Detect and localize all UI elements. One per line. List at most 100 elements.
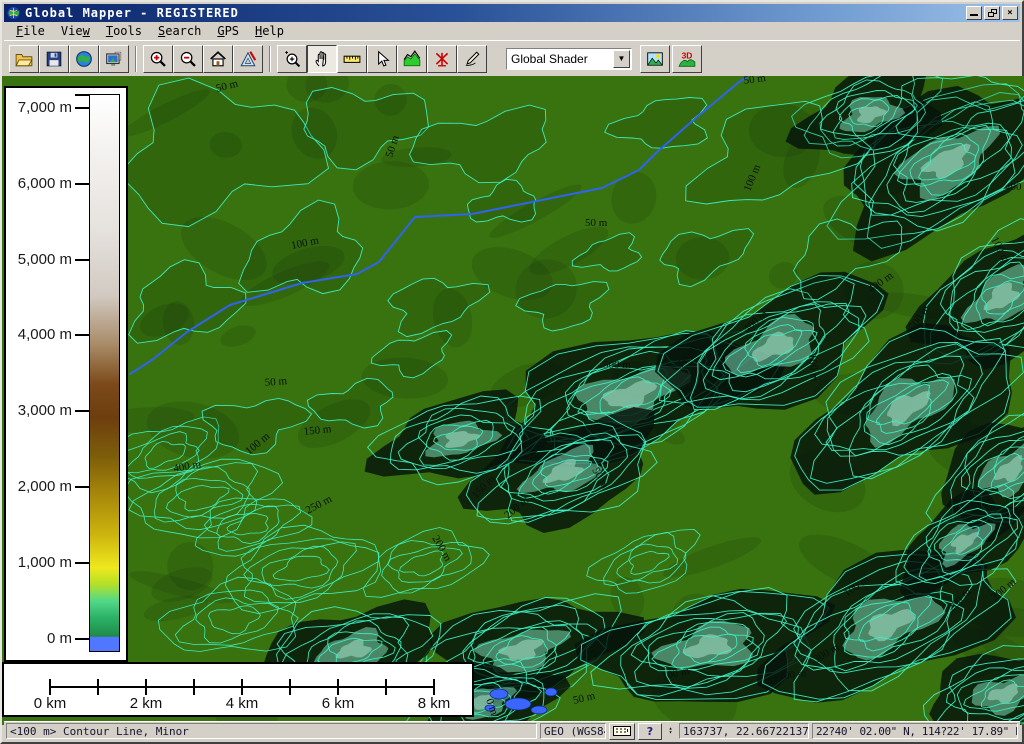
toolbar-group-1 (6, 45, 132, 73)
elevation-gradient-bar (89, 94, 120, 652)
scale-label: 4 km (212, 695, 272, 712)
menu-item-tools[interactable]: Tools (98, 23, 150, 39)
zoom-in-button[interactable] (143, 45, 173, 73)
measure-tool-button[interactable] (337, 45, 367, 73)
scale-label: 2 km (116, 695, 176, 712)
zoom-out-button[interactable] (173, 45, 203, 73)
coordinate-format-spinner[interactable]: ▴ ▾ (665, 727, 676, 735)
set-square-icon (239, 50, 257, 68)
elevation-label: 2,000 m (10, 478, 72, 495)
scale-tick (97, 679, 99, 695)
window-title: Global Mapper - REGISTERED (25, 6, 239, 20)
toolbar-group-2 (140, 45, 266, 73)
antenna-icon (433, 50, 451, 68)
elevation-label: 5,000 m (10, 251, 72, 268)
toolbar-view-buttons: 3D (640, 45, 702, 73)
legend-tick (75, 107, 90, 109)
shader-select[interactable]: Global Shader▼ (506, 48, 632, 70)
app-globe-icon (6, 6, 21, 20)
overlay-control-button[interactable] (640, 45, 670, 73)
contour-label: 500 m (603, 359, 631, 371)
legend-tick (75, 486, 90, 488)
save-workspace-button[interactable] (39, 45, 69, 73)
menu-bar: FileViewToolsSearchGPSHelp (4, 22, 1020, 40)
open-folder-icon (15, 50, 33, 68)
terrain-map-canvas[interactable]: 50 m100 m50 m50 m50 m100 m50 m150 m100 m… (2, 76, 1024, 725)
menu-item-help[interactable]: Help (247, 23, 292, 39)
restore-button[interactable] (984, 6, 1000, 20)
question-mark-icon: ? (647, 725, 653, 738)
title-bar[interactable]: Global Mapper - REGISTERED × (4, 4, 1020, 22)
contour-label: 50 m (264, 375, 288, 389)
legend-tick (75, 183, 90, 185)
menu-item-file[interactable]: File (8, 23, 53, 39)
menu-item-gps[interactable]: GPS (209, 23, 247, 39)
minimize-icon (970, 9, 978, 16)
toolbar-separator (269, 46, 271, 72)
scale-tick (337, 679, 339, 695)
view-3d-button[interactable]: 3D (672, 45, 702, 73)
contour-label: 400 m (1005, 181, 1024, 193)
distance-scale-bar: 0 km 2 km 4 km 6 km 8 km (2, 662, 474, 717)
svg-text:3D: 3D (682, 50, 693, 60)
scale-label: 8 km (404, 695, 464, 712)
elevation-label: 3,000 m (10, 402, 72, 419)
menu-item-view[interactable]: View (53, 23, 98, 39)
close-icon: × (1007, 9, 1012, 18)
lake-polygon (545, 688, 557, 696)
view-shed-button[interactable] (427, 45, 457, 73)
global-mapper-window: Global Mapper - REGISTERED × FileViewToo… (0, 0, 1024, 744)
scale-label: 0 km (20, 695, 80, 712)
scale-tick (385, 679, 387, 695)
toolbar-group-3 (274, 45, 490, 73)
elevation-label: 7,000 m (10, 99, 72, 116)
elevation-label: 4,000 m (10, 326, 72, 343)
toolbar: Global Shader▼ 3D (4, 40, 1020, 76)
lake-polygon (505, 698, 531, 710)
contour-label: 100 m (806, 353, 820, 382)
chevron-down-icon[interactable]: ▼ (613, 50, 630, 68)
digitizer-pen-button[interactable] (457, 45, 487, 73)
zoom-out-icon (179, 50, 197, 68)
elevation-label: 1,000 m (10, 554, 72, 571)
open-file-button[interactable] (9, 45, 39, 73)
path-profile-button[interactable] (397, 45, 427, 73)
menu-item-search[interactable]: Search (150, 23, 209, 39)
lake-polygon (531, 706, 547, 714)
hand-icon (313, 50, 331, 68)
pan-tool-button[interactable] (307, 45, 337, 73)
zoom-tool-button[interactable] (277, 45, 307, 73)
shader-select-value: Global Shader (507, 52, 612, 66)
scale-tick (49, 679, 51, 695)
globe-icon (75, 50, 93, 68)
screen-export-button[interactable] (99, 45, 129, 73)
elevation-legend: 7,000 m 6,000 m 5,000 m 4,000 m 3,000 m 2,000… (4, 86, 128, 662)
scale-tick (145, 679, 147, 695)
world-data-button[interactable] (69, 45, 99, 73)
digitizer-pointer-button[interactable] (367, 45, 397, 73)
monitor-capture-icon (105, 50, 123, 68)
elevation-label: 0 m (10, 630, 72, 647)
legend-tick (75, 410, 90, 412)
legend-tick (75, 259, 90, 261)
close-button[interactable]: × (1002, 6, 1018, 20)
full-view-button[interactable] (203, 45, 233, 73)
scale-label: 6 km (308, 695, 368, 712)
landscape-image-icon (646, 50, 664, 68)
elevation-label: 6,000 m (10, 175, 72, 192)
legend-tick (75, 562, 90, 564)
floppy-disk-icon (45, 50, 63, 68)
keyboard-shortcuts-button[interactable] (609, 723, 635, 740)
status-feature-text: <100 m> Contour Line, Minor (6, 723, 537, 739)
help-button[interactable]: ? (638, 723, 662, 740)
home-icon (209, 50, 227, 68)
map-viewport[interactable]: 50 m100 m50 m50 m50 m100 m50 m150 m100 m… (2, 76, 1024, 725)
magnifier-icon (283, 50, 301, 68)
configure-button[interactable] (233, 45, 263, 73)
cursor-lat-lon: 22?40' 02.00" N, 114?22' 17.89" E (812, 723, 1018, 739)
keyboard-icon (613, 725, 631, 737)
minimize-button[interactable] (966, 6, 982, 20)
legend-tick (75, 334, 90, 336)
scale-tick (289, 679, 291, 695)
cursor-coordinates: 163737, 22.66722137 ) (679, 723, 809, 739)
